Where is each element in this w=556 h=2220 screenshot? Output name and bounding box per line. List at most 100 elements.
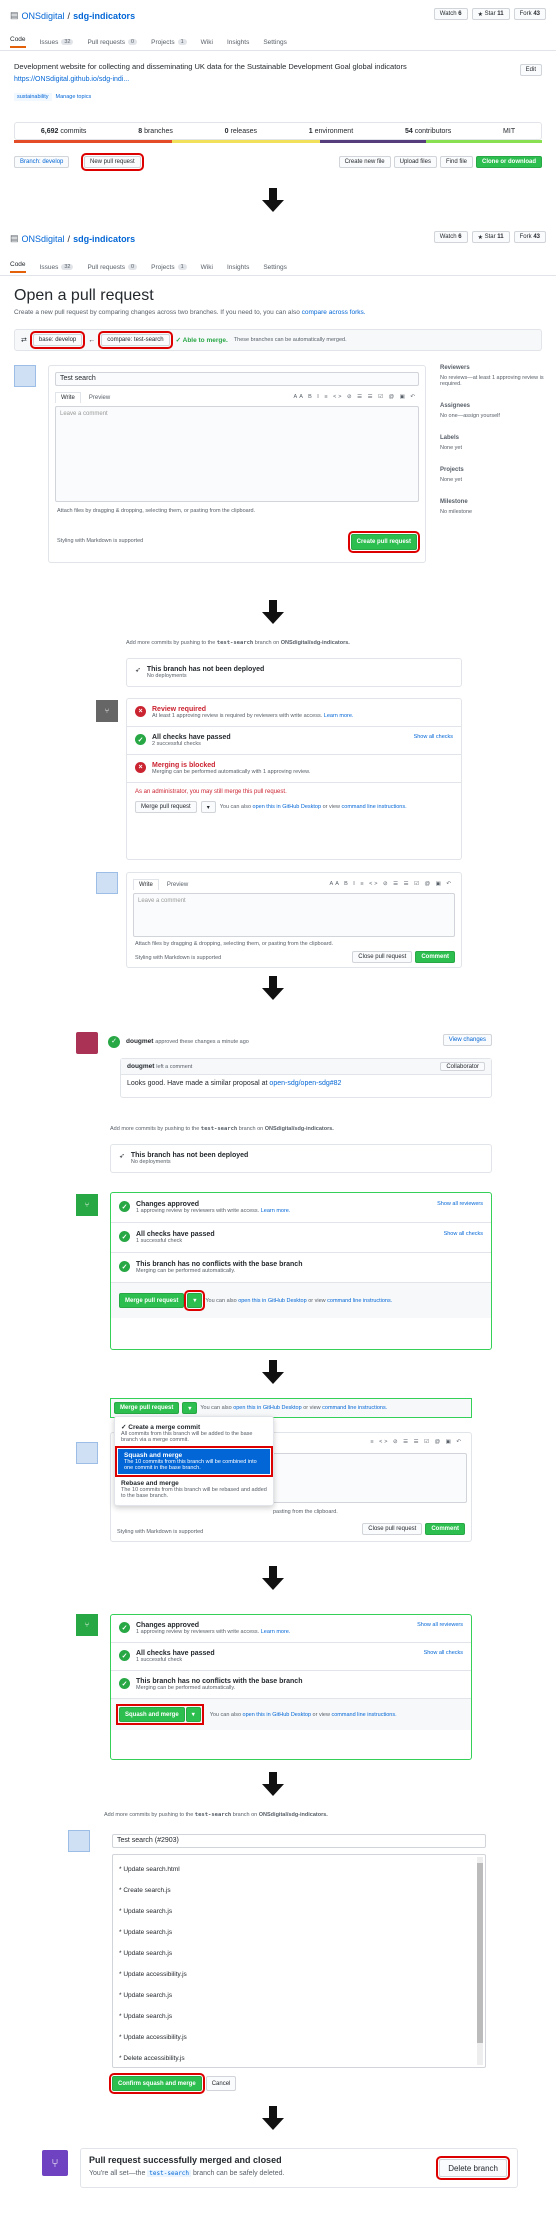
- tab-wiki[interactable]: Wiki: [201, 39, 213, 46]
- merge-pull-request-button[interactable]: Merge pull request: [119, 1293, 185, 1308]
- merge-dropdown-button[interactable]: ▾: [182, 1402, 198, 1414]
- tab-settings[interactable]: Settings: [263, 39, 287, 46]
- topic-tag[interactable]: sustainability: [14, 93, 52, 101]
- merge-dropdown-button[interactable]: ▾: [184, 1290, 206, 1311]
- desktop-link[interactable]: open this in GitHub Desktop: [243, 1712, 311, 1718]
- fork-button[interactable]: Fork 43: [513, 8, 546, 20]
- show-checks-link[interactable]: Show all checks: [424, 1650, 463, 1656]
- desktop-link[interactable]: open this in GitHub Desktop: [253, 804, 321, 810]
- edit-button[interactable]: Edit: [519, 64, 542, 76]
- new-pull-request-button[interactable]: New pull request: [81, 153, 144, 171]
- repo-link[interactable]: sdg-indicators: [73, 234, 135, 244]
- create-file-button[interactable]: Create new file: [338, 156, 391, 168]
- projects-heading[interactable]: Projects: [440, 467, 548, 473]
- cli-link[interactable]: command line instructions.: [322, 1405, 387, 1411]
- view-changes-button[interactable]: View changes: [442, 1034, 492, 1046]
- labels-heading[interactable]: Labels: [440, 435, 548, 441]
- comment-textarea[interactable]: Leave a comment: [55, 406, 419, 502]
- tab-pull-requests[interactable]: Pull requests 0: [87, 264, 138, 271]
- milestone-heading[interactable]: Milestone: [440, 499, 548, 505]
- watch-button[interactable]: Watch 6: [433, 8, 468, 20]
- repo-link[interactable]: sdg-indicators: [73, 11, 135, 21]
- delete-branch-button[interactable]: Delete branch: [436, 2156, 510, 2180]
- releases-stat[interactable]: 0 releases: [225, 128, 257, 135]
- cancel-button[interactable]: Cancel: [205, 2076, 237, 2091]
- menu-item-squash[interactable]: Squash and merge The 10 commits from this…: [115, 1446, 273, 1477]
- tab-issues[interactable]: Issues 32: [40, 39, 74, 46]
- repo-homepage-link[interactable]: https://ONSdigital.github.io/sdg-indi...: [14, 76, 129, 83]
- tab-wiki[interactable]: Wiki: [201, 264, 213, 271]
- assignees-heading[interactable]: Assignees: [440, 403, 548, 409]
- comment-button[interactable]: Comment: [425, 1523, 465, 1535]
- close-pr-button[interactable]: Close pull request: [362, 1523, 423, 1535]
- attach-note[interactable]: Attach files by dragging & dropping, sel…: [135, 941, 333, 947]
- comment-button[interactable]: Comment: [415, 951, 455, 963]
- merge-dropdown-button[interactable]: ▾: [185, 1707, 201, 1722]
- tab-settings[interactable]: Settings: [263, 264, 287, 271]
- star-button[interactable]: ★ Star 11: [471, 231, 510, 243]
- star-button[interactable]: ★ Star 11: [471, 8, 510, 20]
- markdown-toolbar[interactable]: AA B I ≡ <> ⊘ ☰ ☰ ☑ @ ▣ ↶: [330, 881, 453, 887]
- fork-button[interactable]: Fork 43: [513, 231, 546, 243]
- cli-link[interactable]: command line instructions.: [327, 1298, 392, 1304]
- cli-link[interactable]: command line instructions.: [342, 804, 407, 810]
- squash-and-merge-button[interactable]: Squash and merge: [119, 1707, 185, 1722]
- find-file-button[interactable]: Find file: [439, 156, 473, 168]
- tab-code[interactable]: Code: [10, 36, 26, 48]
- tab-insights[interactable]: Insights: [227, 39, 249, 46]
- write-tab[interactable]: Write: [55, 392, 81, 403]
- merge-pull-request-button[interactable]: Merge pull request: [135, 801, 197, 813]
- markdown-toolbar[interactable]: AA B I ≡ <> ⊘ ☰ ☰ ☑ @ ▣ ↶: [294, 394, 417, 400]
- upload-files-button[interactable]: Upload files: [393, 156, 437, 168]
- attach-note[interactable]: Attach files by dragging & dropping, sel…: [57, 508, 255, 514]
- reviewers-heading[interactable]: Reviewers: [440, 365, 548, 371]
- clone-button[interactable]: Clone or download: [476, 156, 542, 168]
- compare-forks-link[interactable]: compare across forks.: [302, 309, 366, 316]
- commit-title-input[interactable]: Test search (#2903): [112, 1834, 486, 1848]
- merge-pull-request-button[interactable]: Merge pull request: [114, 1402, 180, 1414]
- commits-stat[interactable]: 6,692 commits: [41, 128, 87, 135]
- desktop-link[interactable]: open this in GitHub Desktop: [238, 1298, 306, 1304]
- show-checks-link[interactable]: Show all checks: [414, 734, 453, 740]
- tab-code[interactable]: Code: [10, 261, 26, 273]
- tab-projects[interactable]: Projects 1: [151, 39, 187, 46]
- cli-link[interactable]: command line instructions.: [332, 1712, 397, 1718]
- watch-button[interactable]: Watch 6: [433, 231, 468, 243]
- menu-item-rebase[interactable]: Rebase and merge The 10 commits from this…: [115, 1477, 273, 1502]
- branch-select[interactable]: Branch: develop: [14, 156, 70, 168]
- create-pull-request-button[interactable]: Create pull request: [347, 531, 421, 553]
- preview-tab[interactable]: Preview: [167, 882, 188, 888]
- desktop-link[interactable]: open this in GitHub Desktop: [233, 1405, 301, 1411]
- tab-issues[interactable]: Issues 32: [40, 264, 74, 271]
- menu-item-merge-commit[interactable]: ✓ Create a merge commit All commits from …: [115, 1420, 273, 1446]
- show-reviewers-link[interactable]: Show all reviewers: [417, 1622, 463, 1628]
- owner-link[interactable]: ONSdigital: [22, 234, 65, 244]
- comment-textarea[interactable]: Leave a comment: [133, 893, 455, 937]
- merge-dropdown-button[interactable]: ▾: [200, 801, 216, 813]
- comment-textarea[interactable]: [271, 1453, 467, 1503]
- learn-more-link[interactable]: Learn more.: [324, 713, 354, 719]
- preview-tab[interactable]: Preview: [89, 395, 110, 401]
- environment-stat[interactable]: 1 environment: [309, 128, 353, 135]
- compare-branch-select[interactable]: compare: test-search: [98, 331, 173, 349]
- show-checks-link[interactable]: Show all checks: [444, 1231, 483, 1237]
- pr-title-input[interactable]: Test search: [55, 372, 419, 386]
- proposal-link[interactable]: open-sdg/open-sdg#82: [269, 1080, 341, 1087]
- commit-message-textarea[interactable]: * Update search.html * Create search.js * …: [112, 1854, 486, 2068]
- branches-stat[interactable]: 8 branches: [138, 128, 173, 135]
- learn-more-link[interactable]: Learn more.: [261, 1208, 291, 1214]
- tab-projects[interactable]: Projects 1: [151, 264, 187, 271]
- write-tab[interactable]: Write: [133, 879, 159, 890]
- license-stat[interactable]: MIT: [503, 128, 515, 135]
- base-branch-select[interactable]: base: develop: [29, 331, 86, 349]
- learn-more-link[interactable]: Learn more.: [261, 1629, 291, 1635]
- owner-link[interactable]: ONSdigital: [22, 11, 65, 21]
- contributors-stat[interactable]: 54 contributors: [405, 128, 451, 135]
- close-pr-button[interactable]: Close pull request: [352, 951, 413, 963]
- manage-topics-link[interactable]: Manage topics: [56, 94, 92, 100]
- confirm-squash-button[interactable]: Confirm squash and merge: [109, 2073, 205, 2094]
- tab-pull-requests[interactable]: Pull requests 0: [87, 39, 138, 46]
- markdown-toolbar[interactable]: ≡ <> ⊘ ☰ ☰ ☑ @ ▣ ↶: [370, 1439, 463, 1445]
- tab-insights[interactable]: Insights: [227, 264, 249, 271]
- show-reviewers-link[interactable]: Show all reviewers: [437, 1201, 483, 1207]
